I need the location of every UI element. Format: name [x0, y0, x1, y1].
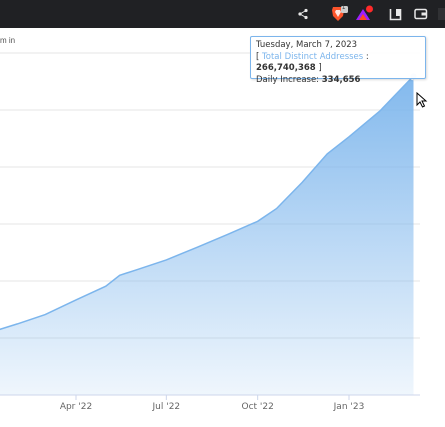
shield-badge: 1 [342, 5, 346, 11]
tooltip-increase-row: Daily Increase: 334,656 [256, 75, 420, 87]
area-chart: Apr '22 Jul '22 Oct '22 Jan '23 [0, 52, 420, 412]
browser-toolbar: 1 [0, 0, 445, 28]
sidebar-icon[interactable] [385, 4, 405, 24]
x-tick-label: Oct '22 [241, 402, 273, 412]
zoom-label: m in [0, 36, 16, 45]
brave-shield-icon[interactable]: 1 [329, 4, 349, 24]
chart-tooltip: Tuesday, March 7, 2023 [ Total Distinct … [250, 36, 426, 85]
tooltip-bracket-open: [ [256, 51, 260, 62]
tooltip-separator: : [365, 51, 369, 62]
tooltip-increase-label: Daily Increase: [256, 74, 320, 85]
share-icon[interactable] [293, 4, 313, 24]
tooltip-date: Tuesday, March 7, 2023 [256, 40, 358, 50]
tooltip-series-name: Total Distinct Addresses [262, 51, 364, 62]
wallet-icon[interactable] [411, 4, 431, 24]
tooltip-series-value: 266,740,368 [256, 63, 316, 73]
x-tick-label: Apr '22 [60, 402, 92, 412]
tooltip-series-row: [ Total Distinct Addresses : 266,740,368… [256, 52, 420, 75]
x-axis-ticks: Apr '22 Jul '22 Oct '22 Jan '23 [60, 395, 365, 412]
toolbar-edge [438, 8, 445, 20]
brave-rewards-icon[interactable] [354, 4, 374, 24]
tooltip-increase-value: 334,656 [321, 74, 361, 85]
tooltip-bracket-close: ] [318, 63, 322, 73]
x-tick-label: Jul '22 [152, 402, 181, 412]
x-tick-label: Jan '23 [333, 402, 365, 412]
mouse-cursor-icon [416, 92, 428, 108]
series-area [0, 76, 414, 395]
